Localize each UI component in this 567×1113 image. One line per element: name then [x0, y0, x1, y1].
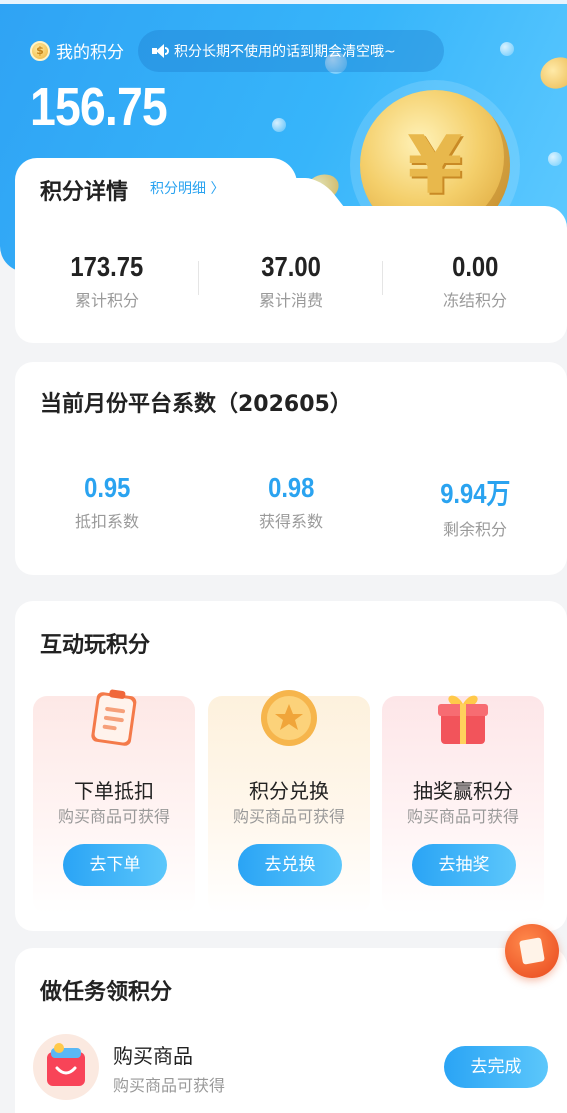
stat-value: 0.00	[451, 251, 499, 282]
tile-subtitle: 购买商品可获得	[406, 807, 519, 826]
task-title: 做任务领积分	[40, 980, 173, 1005]
tile-order-deduction: 下单抵扣 购买商品可获得 去下单	[33, 689, 195, 914]
task-name: 购买商品	[113, 1044, 193, 1068]
speaker-icon	[152, 44, 169, 58]
stat-total-points: 173.75 累计积分	[15, 251, 199, 311]
detail-stats: 173.75 累计积分 37.00 累计消费 0.00 冻结积分	[15, 251, 567, 311]
coin-decoration	[535, 51, 567, 95]
bubble-decoration	[500, 42, 514, 56]
my-points-text: 我的积分	[56, 43, 124, 63]
tile-points-exchange: 积分兑换 购买商品可获得 去兑换	[208, 690, 370, 914]
tile-subtitle: 购买商品可获得	[232, 807, 345, 826]
tile-name: 抽奖赢积分	[413, 779, 513, 803]
tile-name: 积分兑换	[249, 779, 329, 803]
stat-total-spent: 37.00 累计消费	[199, 251, 383, 311]
stat-label: 累计消费	[258, 291, 323, 310]
shopping-bag-icon	[47, 1043, 85, 1086]
star-coin-icon	[261, 690, 317, 746]
divider	[198, 261, 199, 295]
points-balance: 156.75	[30, 77, 168, 137]
stat-label: 累计积分	[74, 291, 139, 310]
floating-action-button[interactable]	[505, 924, 559, 978]
stat-value: 173.75	[70, 251, 144, 282]
task-item	[33, 1034, 99, 1100]
coin-icon: $	[30, 40, 50, 61]
floating-card-icon	[519, 937, 545, 965]
stat-remaining-points: 9.94万 剩余积分	[383, 472, 567, 540]
gift-box-icon	[438, 695, 488, 744]
go-lottery-button[interactable]: 去抽奖	[412, 844, 516, 886]
bubble-decoration	[272, 118, 286, 132]
top-strip	[0, 0, 567, 4]
stat-frozen-points: 0.00 冻结积分	[383, 251, 567, 311]
coefficient-title: 当前月份平台系数（202605）	[40, 392, 352, 417]
stat-deduction-coefficient: 0.95 抵扣系数	[15, 472, 199, 540]
stat-label: 剩余积分	[442, 520, 507, 539]
tile-lottery: 抽奖赢积分 购买商品可获得 去抽奖	[382, 695, 544, 914]
points-history-link[interactable]: 积分明细 〉	[150, 178, 224, 198]
platform-coefficient-card: 当前月份平台系数（202605） 0.95 抵扣系数 0.98 获得系数 9.9…	[15, 362, 567, 575]
stat-label: 冻结积分	[442, 291, 507, 310]
complete-task-button[interactable]: 去完成	[444, 1046, 548, 1088]
task-points-card: 做任务领积分 购买商品 购买商品可获得 去完成	[15, 948, 567, 1113]
play-title: 互动玩积分	[40, 633, 151, 658]
stat-value: 9.94万	[439, 478, 511, 509]
stat-label: 抵扣系数	[74, 512, 139, 531]
go-exchange-button[interactable]: 去兑换	[238, 844, 342, 886]
stat-label: 获得系数	[258, 512, 323, 531]
go-order-button[interactable]: 去下单	[63, 844, 167, 886]
stat-earn-coefficient: 0.98 获得系数	[199, 472, 383, 540]
stat-value: 0.98	[267, 472, 315, 503]
points-detail-card: 积分详情 积分明细 〉 173.75 累计积分 37.00 累计消费 0.00 …	[15, 158, 567, 343]
task-subtitle: 购买商品可获得	[113, 1076, 226, 1095]
tile-name: 下单抵扣	[74, 779, 154, 803]
tile-subtitle: 购买商品可获得	[57, 807, 170, 826]
coefficient-stats: 0.95 抵扣系数 0.98 获得系数 9.94万 剩余积分	[15, 472, 567, 540]
divider	[382, 261, 383, 295]
my-points-label: $ 我的积分	[30, 38, 124, 63]
detail-title: 积分详情	[40, 180, 129, 205]
interactive-points-card: 互动玩积分 下单抵扣 购买商品可获得 去下单 积分兑换 购买商品可获得 去兑换	[15, 601, 567, 931]
notice-text: 积分长期不使用的话到期会清空哦~	[174, 44, 396, 60]
stat-value: 0.95	[83, 472, 131, 503]
clipboard-icon	[91, 689, 137, 746]
stat-value: 37.00	[261, 251, 321, 282]
expiry-notice: 积分长期不使用的话到期会清空哦~	[138, 30, 444, 72]
